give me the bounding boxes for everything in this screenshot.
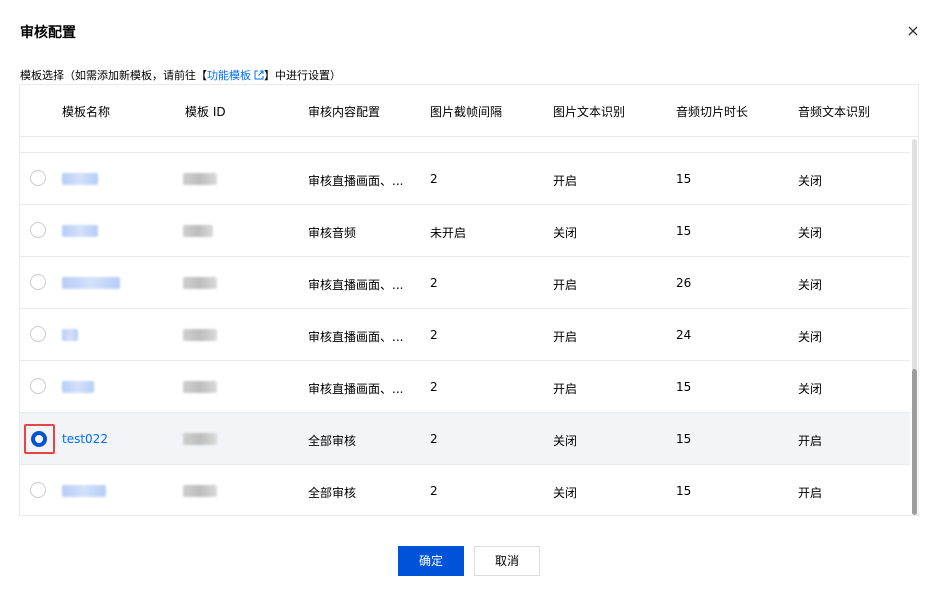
image-ocr-cell: 开启 xyxy=(553,382,578,396)
image-interval-cell: 2 xyxy=(430,484,438,498)
content-config-cell: 审核直播画面、... xyxy=(308,330,404,344)
template-hint: 模板选择（如需添加新模板，请前往【功能模板 】中进行设置） xyxy=(20,67,341,83)
table-row-selected[interactable]: test022 全部审核 2 关闭 15 开启 xyxy=(20,413,910,465)
bracket-open: 【 xyxy=(196,69,207,82)
bracket-close: 】 xyxy=(264,69,275,82)
row-radio[interactable] xyxy=(30,482,46,498)
template-name-redacted xyxy=(62,485,106,497)
template-id-redacted xyxy=(183,433,217,445)
template-name-link[interactable]: test022 xyxy=(62,432,108,446)
audio-slice-cell: 15 xyxy=(676,432,692,446)
table-header: 模板名称 模板 ID 审核内容配置 图片截帧间隔 图片文本识别 音频切片时长 音… xyxy=(20,85,918,137)
image-interval-cell: 2 xyxy=(430,380,438,394)
template-id-redacted xyxy=(183,485,217,497)
image-interval-cell: 未开启 xyxy=(430,226,467,240)
audio-ocr-cell: 关闭 xyxy=(798,278,823,292)
audio-ocr-cell: 关闭 xyxy=(798,174,823,188)
header-image-ocr: 图片文本识别 xyxy=(553,105,626,119)
image-interval-cell: 2 xyxy=(430,172,438,186)
confirm-button[interactable]: 确定 xyxy=(398,546,464,576)
function-template-link-label: 功能模板 xyxy=(207,69,251,82)
hint-prefix: 模板选择（如需添加新模板，请前往 xyxy=(20,69,196,82)
audio-ocr-cell: 开启 xyxy=(798,434,823,448)
hint-suffix: 中进行设置） xyxy=(275,69,341,82)
row-radio[interactable] xyxy=(30,326,46,342)
table-row[interactable]: 全部审核 2 关闭 15 开启 xyxy=(20,465,910,515)
template-name-redacted xyxy=(62,277,120,289)
row-radio[interactable] xyxy=(30,274,46,290)
audio-slice-cell: 15 xyxy=(676,484,692,498)
scrollbar-track-upper xyxy=(912,139,917,371)
row-radio[interactable] xyxy=(30,378,46,394)
dialog-title: 审核配置 xyxy=(20,25,76,41)
template-name-redacted xyxy=(62,225,98,237)
audio-slice-cell: 24 xyxy=(676,328,692,342)
image-ocr-cell: 开启 xyxy=(553,330,578,344)
header-image-interval: 图片截帧间隔 xyxy=(430,105,503,119)
template-id-redacted xyxy=(183,277,217,289)
table-row[interactable]: 审核直播画面、... 2 开启 26 关闭 xyxy=(20,257,910,309)
template-id-redacted xyxy=(183,173,217,185)
content-config-cell: 全部审核 xyxy=(308,434,357,448)
audio-slice-cell: 15 xyxy=(676,380,692,394)
audio-slice-cell: 26 xyxy=(676,276,692,290)
cancel-button[interactable]: 取消 xyxy=(474,546,540,576)
audio-ocr-cell: 开启 xyxy=(798,486,823,500)
header-audio-slice: 音频切片时长 xyxy=(676,105,749,119)
row-radio[interactable] xyxy=(30,222,46,238)
image-ocr-cell: 关闭 xyxy=(553,486,578,500)
content-config-cell: 审核直播画面、... xyxy=(308,382,404,396)
audio-slice-cell: 15 xyxy=(676,224,692,238)
table-row[interactable] xyxy=(20,137,910,153)
template-name-redacted xyxy=(62,329,78,341)
template-id-redacted xyxy=(183,225,213,237)
image-ocr-cell: 关闭 xyxy=(553,226,578,240)
function-template-link[interactable]: 功能模板 xyxy=(207,69,264,82)
table-row[interactable]: 审核直播画面、... 2 开启 15 关闭 xyxy=(20,361,910,413)
header-audio-ocr: 音频文本识别 xyxy=(798,105,871,119)
template-id-redacted xyxy=(183,381,217,393)
row-radio[interactable] xyxy=(30,170,46,186)
audio-ocr-cell: 关闭 xyxy=(798,382,823,396)
image-ocr-cell: 开启 xyxy=(553,174,578,188)
template-id-redacted xyxy=(183,329,217,341)
content-config-cell: 审核直播画面、... xyxy=(308,278,404,292)
image-ocr-cell: 开启 xyxy=(553,278,578,292)
row-radio-checked[interactable] xyxy=(31,431,47,447)
audio-ocr-cell: 关闭 xyxy=(798,226,823,240)
header-template-name: 模板名称 xyxy=(62,105,111,119)
header-content-config: 审核内容配置 xyxy=(308,105,381,119)
content-config-cell: 审核直播画面、... xyxy=(308,174,404,188)
table-row[interactable]: 审核直播画面、... 2 开启 15 关闭 xyxy=(20,153,910,205)
audio-slice-cell: 15 xyxy=(676,172,692,186)
table-row[interactable]: 审核音频 未开启 关闭 15 关闭 xyxy=(20,205,910,257)
audio-ocr-cell: 关闭 xyxy=(798,330,823,344)
scrollbar-thumb[interactable] xyxy=(912,369,917,515)
template-name-redacted xyxy=(62,173,98,185)
content-config-cell: 审核音频 xyxy=(308,226,357,240)
header-template-id: 模板 ID xyxy=(185,105,226,119)
close-icon xyxy=(908,26,918,36)
image-interval-cell: 2 xyxy=(430,276,438,290)
table-body: 审核直播画面、... 2 开启 15 关闭 审核音频 未开启 关闭 15 关闭 … xyxy=(20,137,910,515)
close-button[interactable] xyxy=(904,22,922,40)
template-table: 模板名称 模板 ID 审核内容配置 图片截帧间隔 图片文本识别 音频切片时长 音… xyxy=(19,84,919,516)
image-interval-cell: 2 xyxy=(430,328,438,342)
image-interval-cell: 2 xyxy=(430,432,438,446)
external-link-icon xyxy=(254,70,264,83)
template-name-redacted xyxy=(62,381,94,393)
table-row[interactable]: 审核直播画面、... 2 开启 24 关闭 xyxy=(20,309,910,361)
content-config-cell: 全部审核 xyxy=(308,486,357,500)
image-ocr-cell: 关闭 xyxy=(553,434,578,448)
